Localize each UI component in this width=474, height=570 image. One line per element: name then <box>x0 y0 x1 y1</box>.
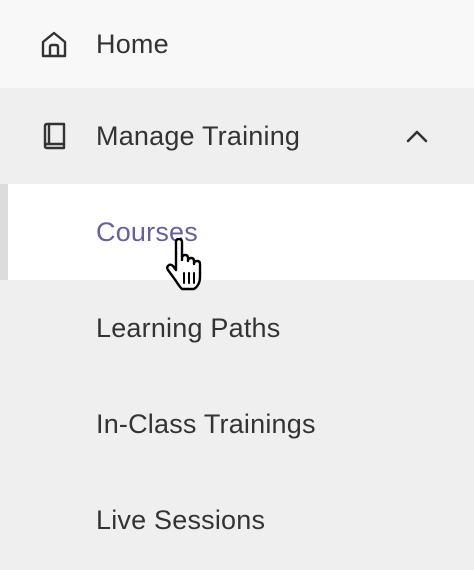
sidebar-item-manage-training[interactable]: Manage Training <box>0 88 474 184</box>
home-icon <box>38 28 70 60</box>
sidebar-nav: Home Manage Training Courses Learning Pa… <box>0 0 474 570</box>
submenu-item-label: Courses <box>96 216 198 247</box>
submenu-item-learning-paths[interactable]: Learning Paths <box>0 280 474 376</box>
chevron-up-icon[interactable] <box>402 121 432 151</box>
submenu-item-label: Live Sessions <box>96 504 266 535</box>
submenu-item-label: Learning Paths <box>96 312 281 343</box>
sidebar-item-home[interactable]: Home <box>0 0 474 88</box>
active-indicator <box>0 184 8 280</box>
submenu-item-label: In-Class Trainings <box>96 408 316 439</box>
submenu-item-in-class-trainings[interactable]: In-Class Trainings <box>0 376 474 472</box>
book-icon <box>38 120 70 152</box>
sidebar-item-label: Home <box>96 28 169 59</box>
submenu-item-live-sessions[interactable]: Live Sessions <box>0 472 474 568</box>
sidebar-item-label: Manage Training <box>96 120 301 151</box>
submenu-item-courses[interactable]: Courses <box>0 184 474 280</box>
